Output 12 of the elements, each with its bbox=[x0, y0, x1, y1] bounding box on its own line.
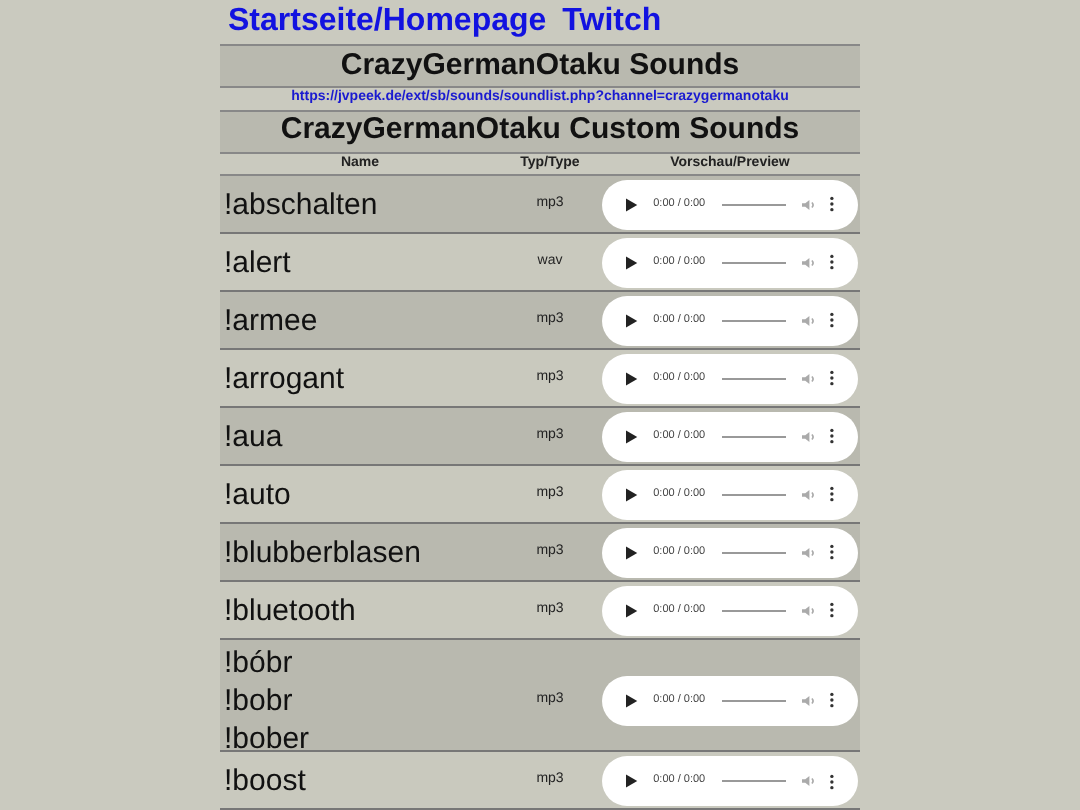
sound-name: !bluetooth bbox=[222, 591, 358, 629]
sound-name: !boost bbox=[222, 762, 308, 800]
sound-name: !aua bbox=[222, 417, 285, 455]
sound-name: !arrogant bbox=[222, 359, 347, 397]
sound-name: !blubberblasen bbox=[222, 533, 423, 571]
sound-name: !bóbr !bobr !bober bbox=[222, 643, 312, 757]
sound-name: !abschalten bbox=[222, 185, 380, 223]
sound-name: !armee bbox=[222, 301, 320, 339]
sound-name: !alert bbox=[222, 243, 293, 281]
page-title: CrazyGermanOtaku Sounds bbox=[220, 44, 860, 88]
sound-name: !auto bbox=[222, 475, 293, 513]
section-title: CrazyGermanOtaku Custom Sounds bbox=[220, 109, 860, 153]
